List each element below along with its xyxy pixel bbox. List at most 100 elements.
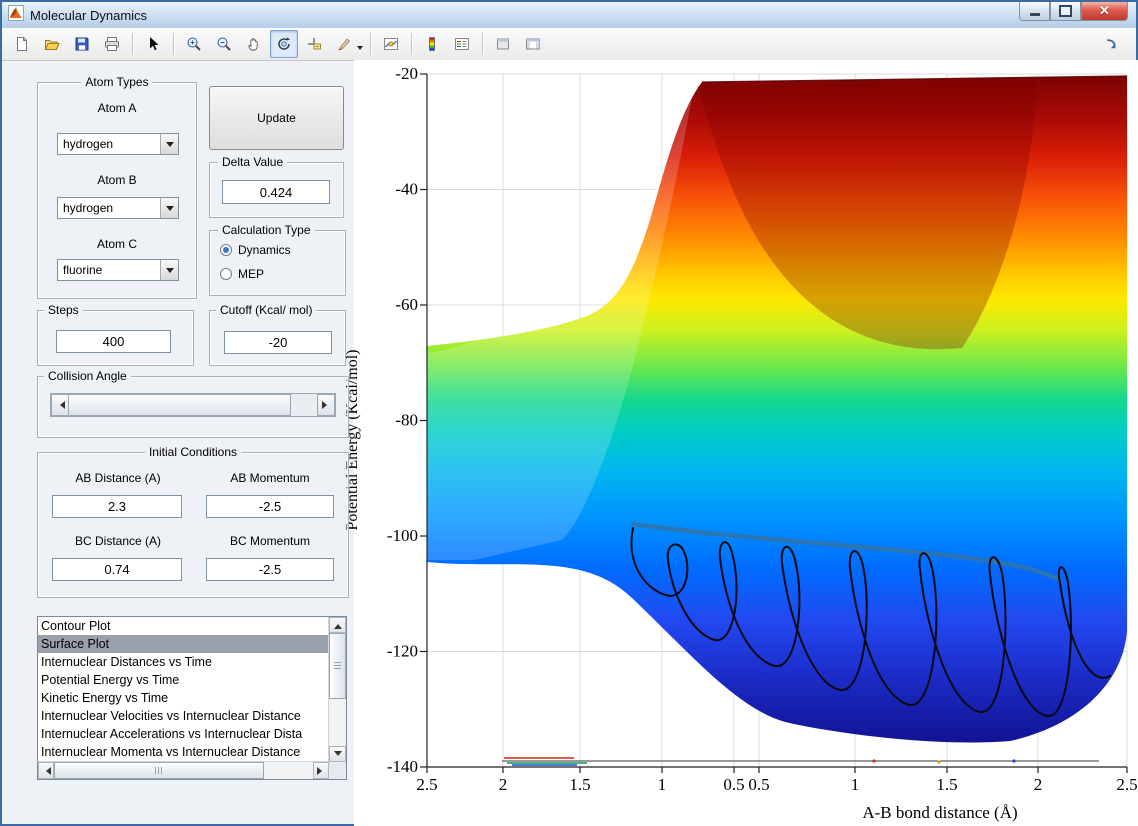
ab-distance-input[interactable]	[52, 495, 182, 518]
surface-plot[interactable]: -20 -40 -60 -80 -100 -120 -140 2.5 2 1.5…	[354, 62, 1138, 826]
update-button[interactable]: Update	[209, 86, 344, 150]
dropdown-button[interactable]	[160, 260, 178, 280]
vertical-scrollbar[interactable]	[328, 617, 346, 762]
zoom-in-button[interactable]	[180, 30, 208, 58]
svg-text:1: 1	[658, 775, 667, 794]
horizontal-scroll-thumb[interactable]	[54, 762, 264, 779]
svg-text:1: 1	[851, 775, 860, 794]
svg-text:-80: -80	[395, 411, 418, 430]
rotate-3d-button[interactable]	[270, 30, 298, 58]
delta-value-input[interactable]	[222, 180, 330, 204]
figure-canvas[interactable]: -20 -40 -60 -80 -100 -120 -140 2.5 2 1.5…	[354, 60, 1138, 826]
minimize-button[interactable]	[1019, 2, 1050, 21]
chevron-down-icon	[166, 268, 174, 277]
open-file-icon	[44, 36, 60, 52]
panel-title: Atom Types	[81, 75, 152, 89]
vertical-scroll-thumb[interactable]	[329, 633, 346, 699]
plot-list-item[interactable]: Surface Plot	[38, 635, 329, 653]
scroll-down-button[interactable]	[329, 746, 346, 762]
restore-button[interactable]	[1050, 2, 1081, 21]
pan-hand-button[interactable]	[240, 30, 268, 58]
scroll-right-button[interactable]	[313, 762, 329, 779]
slider-right-arrow[interactable]	[317, 394, 335, 416]
slider-thumb[interactable]	[68, 394, 291, 416]
arrow-down-icon	[334, 751, 342, 760]
zoom-out-button[interactable]	[210, 30, 238, 58]
toolbar-separator	[482, 33, 483, 55]
dropdown-button[interactable]	[160, 198, 178, 218]
arrow-left-icon	[42, 767, 51, 775]
titlebar[interactable]: Molecular Dynamics ✕	[2, 2, 1136, 29]
bc-distance-input[interactable]	[52, 558, 182, 581]
link-plot-icon	[383, 36, 399, 52]
panel-title: Cutoff (Kcal/ mol)	[216, 303, 316, 317]
x-axis-label: A-B bond distance (Å)	[862, 803, 1017, 822]
insert-colorbar-button[interactable]	[418, 30, 446, 58]
panel-title: Calculation Type	[218, 223, 315, 237]
plot-type-items: Contour Plot Surface Plot Internuclear D…	[38, 617, 329, 762]
delta-value-panel: Delta Value	[209, 162, 344, 218]
y-axis-tick-labels: -20 -40 -60 -80 -100 -120 -140	[387, 64, 418, 776]
link-plot-button[interactable]	[377, 30, 405, 58]
hide-plot-tools-icon	[495, 36, 511, 52]
window-title: Molecular Dynamics	[30, 8, 147, 23]
atom-a-dropdown[interactable]: hydrogen	[57, 133, 179, 155]
svg-text:2: 2	[499, 775, 508, 794]
atom-c-dropdown[interactable]: fluorine	[57, 259, 179, 281]
minimize-icon	[1030, 13, 1040, 16]
steps-panel: Steps	[37, 310, 194, 366]
svg-text:0.5: 0.5	[748, 775, 769, 794]
hide-plot-tools-button[interactable]	[489, 30, 517, 58]
print-figure-button[interactable]	[98, 30, 126, 58]
svg-text:1.5: 1.5	[936, 775, 957, 794]
radio-mep[interactable]: MEP	[220, 267, 264, 281]
open-file-button[interactable]	[38, 30, 66, 58]
potential-energy-surface	[427, 76, 1127, 742]
insert-legend-icon	[454, 36, 470, 52]
atom-c-value: fluorine	[63, 263, 102, 277]
plot-list-item[interactable]: Internuclear Accelerations vs Internucle…	[38, 725, 329, 743]
steps-input[interactable]	[56, 330, 171, 353]
save-figure-button[interactable]	[68, 30, 96, 58]
cursor-arrow-button[interactable]	[139, 30, 167, 58]
figure-toolbar	[2, 28, 1136, 61]
toolbar-separator	[173, 33, 174, 55]
bc-momentum-input[interactable]	[206, 558, 334, 581]
plot-list-item[interactable]: Kinetic Energy vs Time	[38, 689, 329, 707]
show-plot-tools-dock-icon	[525, 36, 541, 52]
collision-angle-panel: Collision Angle	[37, 376, 349, 438]
insert-legend-button[interactable]	[448, 30, 476, 58]
svg-text:-120: -120	[387, 642, 418, 661]
dock-figure-button[interactable]	[1097, 30, 1125, 58]
new-document-button[interactable]	[8, 30, 36, 58]
scroll-left-button[interactable]	[38, 762, 54, 779]
plot-list-item[interactable]: Potential Energy vs Time	[38, 671, 329, 689]
svg-text:-140: -140	[387, 757, 418, 776]
collision-angle-slider[interactable]	[50, 393, 336, 417]
horizontal-scrollbar[interactable]	[38, 761, 329, 779]
show-plot-tools-dock-button[interactable]	[519, 30, 547, 58]
dropdown-button[interactable]	[160, 134, 178, 154]
data-cursor-button[interactable]	[300, 30, 328, 58]
arrow-right-icon	[322, 401, 331, 409]
slider-left-arrow[interactable]	[51, 394, 69, 416]
print-figure-icon	[104, 36, 120, 52]
svg-text:-40: -40	[395, 180, 418, 199]
brush-dropdown-icon[interactable]	[357, 46, 363, 53]
ab-momentum-input[interactable]	[206, 495, 334, 518]
calculation-type-panel: Calculation Type Dynamics MEP	[209, 230, 346, 296]
radio-dot-icon	[220, 268, 232, 280]
scroll-up-button[interactable]	[329, 617, 346, 633]
atom-b-dropdown[interactable]: hydrogen	[57, 197, 179, 219]
cutoff-input[interactable]	[224, 331, 332, 354]
plot-list-item[interactable]: Internuclear Momenta vs Internuclear Dis…	[38, 743, 329, 761]
close-button[interactable]: ✕	[1081, 2, 1128, 21]
plot-type-listbox[interactable]: Contour Plot Surface Plot Internuclear D…	[37, 616, 347, 780]
svg-text:0.5: 0.5	[723, 775, 744, 794]
x-axis-tick-labels: 2.5 2 1.5 1 0.5 0.5 1 1.5 2 2.5	[416, 775, 1137, 794]
plot-list-item[interactable]: Internuclear Velocities vs Internuclear …	[38, 707, 329, 725]
plot-list-item[interactable]: Contour Plot	[38, 617, 329, 635]
plot-list-item[interactable]: Internuclear Distances vs Time	[38, 653, 329, 671]
brush-data-button[interactable]	[330, 30, 358, 58]
radio-dynamics[interactable]: Dynamics	[220, 243, 291, 257]
